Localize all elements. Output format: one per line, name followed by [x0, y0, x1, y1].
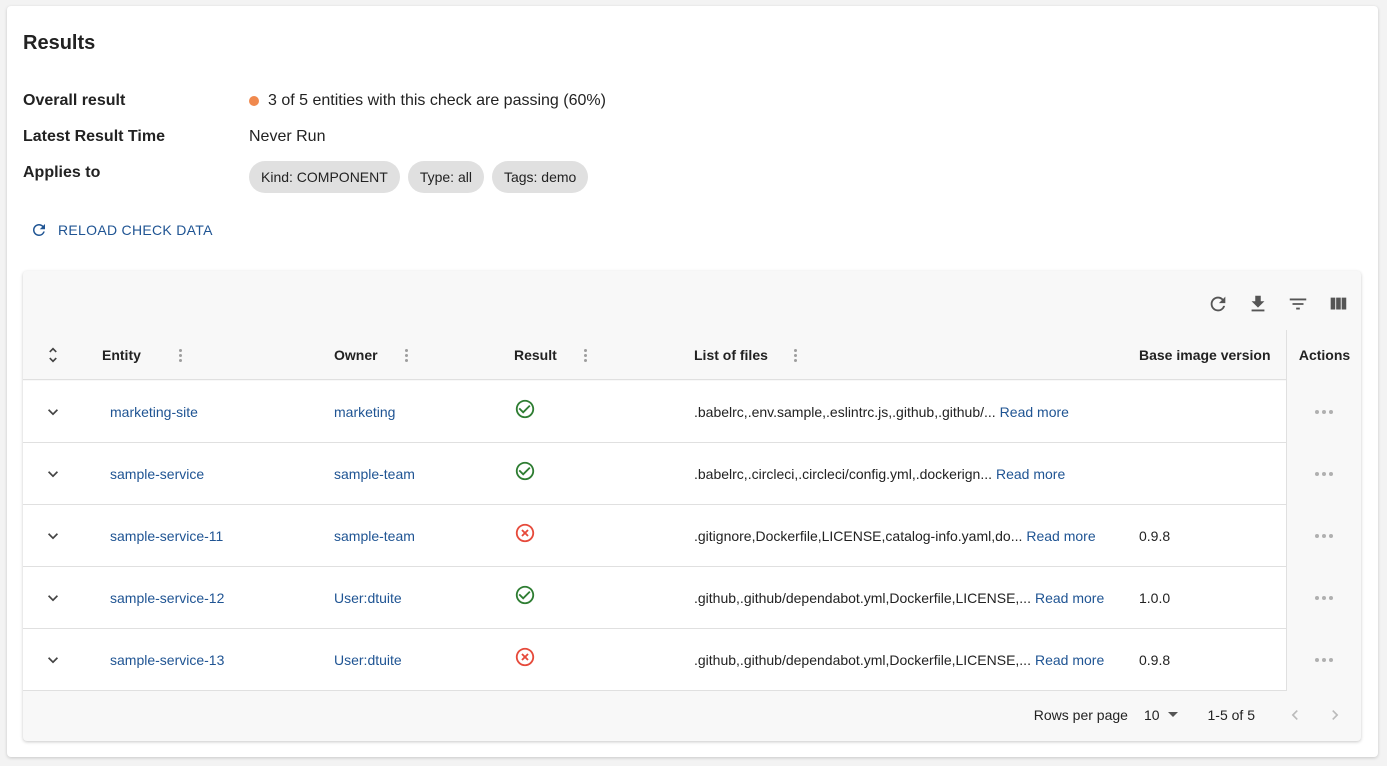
columns-icon[interactable] [1325, 291, 1351, 317]
status-dot-icon [249, 96, 259, 106]
chip-kind: Kind: COMPONENT [249, 161, 400, 193]
column-list-of-files[interactable]: List of files [694, 330, 797, 380]
row-actions-button[interactable] [1286, 381, 1361, 443]
read-more-link[interactable]: Read more [1035, 652, 1104, 668]
reload-icon [33, 224, 45, 236]
latest-result-row: Latest Result Time Never Run [23, 125, 325, 149]
files-text: .github,.github/dependabot.yml,Dockerfil… [694, 652, 1031, 668]
x-circle-icon [514, 626, 536, 688]
owner-link[interactable]: sample-team [334, 528, 415, 544]
read-more-link[interactable]: Read more [1000, 404, 1069, 420]
owner-link[interactable]: User:dtuite [334, 590, 402, 606]
table-row: sample-service-12 User:dtuite .github,.git… [23, 567, 1361, 629]
applies-to-label: Applies to [23, 164, 101, 181]
entity-link[interactable]: sample-service [110, 466, 204, 482]
chip-tags: Tags: demo [491, 161, 589, 193]
owner-link[interactable]: marketing [334, 404, 395, 420]
check-circle-icon [514, 440, 536, 502]
files-text: .github,.github/dependabot.yml,Dockerfil… [694, 590, 1031, 606]
entity-link[interactable]: marketing-site [110, 404, 198, 420]
page-title: Results [23, 32, 96, 54]
rows-per-page-value: 10 [1143, 706, 1160, 723]
owner-link[interactable]: sample-team [334, 466, 415, 482]
table-row: marketing-site marketing .babelrc,.env.sam… [23, 381, 1361, 443]
chevron-right-icon [1332, 709, 1339, 720]
column-menu-icon[interactable] [178, 348, 182, 362]
chevron-down-icon [48, 533, 58, 540]
owner-link[interactable]: User:dtuite [334, 652, 402, 668]
column-base-image-version[interactable]: Base image version [1139, 330, 1271, 380]
caret-down-icon [1167, 712, 1178, 717]
check-circle-icon [514, 564, 536, 626]
rows-per-page-label: Rows per page [1033, 706, 1128, 723]
row-actions-button[interactable] [1286, 505, 1361, 567]
overall-result-row: Overall result 3 of 5 entities with this… [23, 89, 606, 113]
check-circle-icon [514, 378, 536, 440]
expand-row-button[interactable] [43, 443, 63, 505]
column-menu-icon[interactable] [793, 348, 797, 362]
chevron-down-icon [48, 657, 58, 664]
previous-page-button[interactable] [1275, 705, 1315, 725]
column-actions: Actions [1298, 347, 1351, 363]
column-result[interactable]: Result [514, 330, 587, 380]
more-horizontal-icon [1315, 534, 1333, 538]
refresh-icon[interactable] [1205, 291, 1231, 317]
chevron-down-icon [48, 595, 58, 602]
entity-link[interactable]: sample-service-13 [110, 652, 224, 668]
download-icon[interactable] [1245, 291, 1271, 317]
more-horizontal-icon [1315, 472, 1333, 476]
entity-link[interactable]: sample-service-11 [110, 528, 223, 544]
table-header: Entity Owner Result List of files Base i… [23, 330, 1361, 380]
more-horizontal-icon [1315, 658, 1333, 662]
read-more-link[interactable]: Read more [996, 466, 1065, 482]
files-text: .gitignore,Dockerfile,LICENSE,catalog-in… [694, 528, 1023, 544]
chevron-down-icon [48, 471, 58, 478]
base-image-version: 0.9.8 [1139, 528, 1171, 544]
table-pagination: Rows per page 10 1-5 of 5 [23, 688, 1361, 741]
table-row: sample-service-11 sample-team .gitignore,D… [23, 505, 1361, 567]
entity-link[interactable]: sample-service-12 [110, 590, 224, 606]
filter-icon[interactable] [1285, 291, 1311, 317]
base-image-version: 1.0.0 [1139, 590, 1171, 606]
results-table: Entity Owner Result List of files Base i… [23, 271, 1361, 741]
expand-row-button[interactable] [43, 567, 63, 629]
read-more-link[interactable]: Read more [1026, 528, 1095, 544]
rows-per-page-select[interactable]: 10 [1144, 707, 1178, 723]
column-entity[interactable]: Entity [102, 330, 182, 380]
row-actions-button[interactable] [1286, 567, 1361, 629]
latest-result-value: Never Run [249, 128, 326, 145]
chevron-down-icon [48, 409, 58, 416]
expand-row-button[interactable] [43, 505, 63, 567]
applies-to-row: Applies to Kind: COMPONENT Type: all Tag… [23, 161, 596, 195]
overall-result-label: Overall result [23, 92, 126, 109]
column-owner[interactable]: Owner [334, 330, 408, 380]
table-toolbar [1205, 291, 1351, 317]
pagination-range: 1-5 of 5 [1207, 706, 1255, 723]
row-actions-button[interactable] [1286, 629, 1361, 691]
reload-check-data-button[interactable]: RELOAD CHECK DATA [30, 218, 213, 242]
expand-row-button[interactable] [43, 629, 63, 691]
next-page-button[interactable] [1315, 705, 1355, 725]
table-row: sample-service sample-team .babelrc,.circl… [23, 443, 1361, 505]
column-menu-icon[interactable] [404, 348, 408, 362]
expand-row-button[interactable] [43, 381, 63, 443]
table-row: sample-service-13 User:dtuite .github,.git… [23, 629, 1361, 691]
chip-type: Type: all [407, 161, 484, 193]
row-actions-button[interactable] [1286, 443, 1361, 505]
files-text: .babelrc,.circleci,.circleci/config.yml,… [694, 466, 992, 482]
expand-all-icon[interactable] [43, 330, 63, 380]
files-text: .babelrc,.env.sample,.eslintrc.js,.githu… [694, 404, 996, 420]
more-horizontal-icon [1315, 596, 1333, 600]
more-horizontal-icon [1315, 410, 1333, 414]
base-image-version: 0.9.8 [1139, 652, 1171, 668]
latest-result-label: Latest Result Time [23, 128, 165, 145]
chevron-left-icon [1291, 709, 1298, 720]
read-more-link[interactable]: Read more [1035, 590, 1104, 606]
x-circle-icon [514, 502, 536, 564]
reload-label: RELOAD CHECK DATA [58, 222, 213, 238]
overall-result-value: 3 of 5 entities with this check are pass… [268, 92, 606, 109]
column-menu-icon[interactable] [583, 348, 587, 362]
results-card: Results Overall result 3 of 5 entities w… [7, 6, 1378, 757]
